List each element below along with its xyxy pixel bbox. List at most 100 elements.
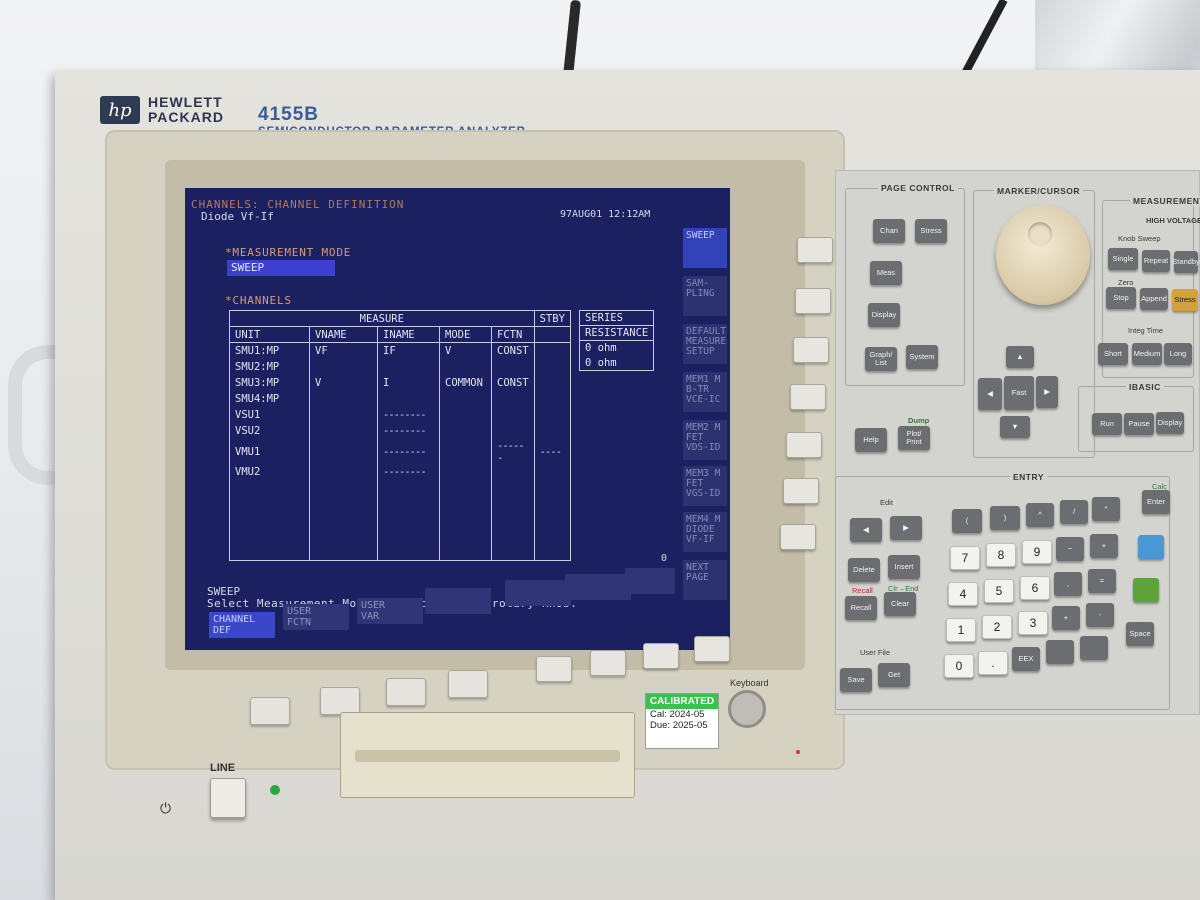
bottom-softkey-button-4[interactable] (448, 670, 488, 698)
right-softkey-button-2[interactable] (795, 288, 831, 314)
minus-key[interactable]: − (1056, 537, 1084, 561)
stress-run-key[interactable]: Stress (1172, 289, 1198, 311)
table-row[interactable]: SMU2:MP (229, 358, 571, 375)
blue-shift-key[interactable] (1138, 535, 1164, 559)
func-key[interactable]: - (1086, 603, 1114, 627)
softkey-channel-def[interactable]: CHANNEL DEF (209, 612, 275, 638)
edit-right-icon[interactable]: ▶ (890, 516, 922, 540)
plot-print-key[interactable]: Plot/ Print (898, 426, 930, 450)
eex-key[interactable]: EEX (1012, 647, 1040, 671)
softkey-mem1[interactable]: MEM1 M B-Tr VCE-IC (683, 372, 727, 412)
softkey-user-fctn[interactable]: USER FCTN (283, 604, 349, 630)
letter-key[interactable]: * (1092, 497, 1120, 521)
insert-key[interactable]: Insert (888, 555, 920, 579)
get-key[interactable]: Get (878, 663, 910, 687)
meas-key[interactable]: Meas (870, 261, 902, 285)
arrow-left-icon[interactable]: ◀ (978, 378, 1002, 410)
bottom-softkey-button-2[interactable] (320, 687, 360, 715)
right-softkey-button-5[interactable] (786, 432, 822, 458)
chan-key[interactable]: Chan (873, 219, 905, 243)
digit-5-key[interactable]: 5 (984, 579, 1014, 603)
letter-key[interactable]: ( (952, 509, 982, 533)
right-softkey-button-6[interactable] (783, 478, 819, 504)
bottom-softkey-button-8[interactable] (694, 636, 730, 662)
letter-key[interactable]: ) (990, 506, 1020, 530)
bottom-softkey-button-1[interactable] (250, 697, 290, 725)
softkey-default-setup[interactable]: DEFAULT MEASURE SETUP (683, 324, 727, 364)
digit-8-key[interactable]: 8 (986, 543, 1016, 567)
clear-key[interactable]: Clear (884, 592, 916, 616)
bottom-softkey-button-3[interactable] (386, 678, 426, 706)
softkey-blank[interactable] (505, 580, 571, 606)
stop-key[interactable]: Stop (1106, 287, 1136, 309)
long-key[interactable]: Long (1164, 343, 1192, 365)
right-softkey-button-4[interactable] (790, 384, 826, 410)
digit-1-key[interactable]: 1 (946, 618, 976, 642)
save-key[interactable]: Save (840, 668, 872, 692)
plus-key[interactable]: + (1090, 534, 1118, 558)
power-button[interactable] (210, 778, 246, 818)
repeat-key[interactable]: Repeat (1142, 250, 1170, 272)
floppy-slot[interactable] (355, 750, 620, 762)
space-key[interactable]: Space (1126, 622, 1154, 646)
measurement-mode-field[interactable]: SWEEP (227, 260, 335, 276)
bottom-softkey-button-7[interactable] (643, 643, 679, 669)
letter-key[interactable]: / (1060, 500, 1088, 524)
right-softkey-button-3[interactable] (793, 337, 829, 363)
right-softkey-button-1[interactable] (797, 237, 833, 263)
func-key[interactable]: = (1088, 569, 1116, 593)
digit-6-key[interactable]: 6 (1020, 576, 1050, 600)
func-key[interactable] (1046, 640, 1074, 664)
table-row[interactable]: SMU4:MP (229, 390, 571, 407)
arrow-right-icon[interactable]: ▶ (1036, 376, 1058, 408)
func-key[interactable]: + (1052, 606, 1080, 630)
help-key[interactable]: Help (855, 428, 887, 452)
softkey-sweep[interactable]: SWEEP (683, 228, 727, 268)
single-key[interactable]: Single (1108, 248, 1138, 270)
ibasic-display-key[interactable]: Display (1156, 412, 1184, 434)
func-key[interactable]: , (1054, 572, 1082, 596)
table-row[interactable]: VMU1 -------- ------ ---- (229, 438, 571, 465)
standby-key[interactable]: Standby (1172, 251, 1200, 273)
softkey-next-page[interactable]: NEXT PAGE (683, 560, 727, 600)
pause-key[interactable]: Pause (1124, 413, 1154, 435)
digit-2-key[interactable]: 2 (982, 615, 1012, 639)
table-row[interactable]: VSU2 -------- (229, 422, 571, 439)
softkey-sampling[interactable]: SAM- PLING (683, 276, 727, 316)
append-key[interactable]: Append (1140, 288, 1168, 310)
bottom-softkey-button-5[interactable] (536, 656, 572, 682)
stress-key[interactable]: Stress (915, 219, 947, 243)
softkey-user-var[interactable]: USER VAR (357, 598, 423, 624)
edit-left-icon[interactable]: ◀ (850, 518, 882, 542)
recall-key[interactable]: Recall (845, 596, 877, 620)
green-shift-key[interactable] (1133, 578, 1159, 602)
softkey-mem2[interactable]: MEM2 M FET VDS-ID (683, 420, 727, 460)
keyboard-port[interactable] (728, 690, 766, 728)
arrow-down-icon[interactable]: ▼ (1000, 416, 1030, 438)
decimal-key[interactable]: . (978, 651, 1008, 675)
fast-key[interactable]: Fast (1004, 376, 1034, 410)
delete-key[interactable]: Delete (848, 558, 880, 582)
table-row[interactable]: SMU1:MP VF IF V CONST (229, 342, 571, 359)
func-key[interactable] (1080, 636, 1108, 660)
system-key[interactable]: System (906, 345, 938, 369)
digit-7-key[interactable]: 7 (950, 546, 980, 570)
arrow-up-icon[interactable]: ▲ (1006, 346, 1034, 368)
digit-4-key[interactable]: 4 (948, 582, 978, 606)
run-key[interactable]: Run (1092, 413, 1122, 435)
bottom-softkey-button-6[interactable] (590, 650, 626, 676)
softkey-mem3[interactable]: MEM3 M FET VGS-ID (683, 466, 727, 506)
letter-key[interactable]: ^ (1026, 503, 1054, 527)
table-row[interactable]: VMU2 -------- (229, 464, 571, 561)
medium-key[interactable]: Medium (1132, 343, 1162, 365)
softkey-blank[interactable] (565, 574, 631, 600)
short-key[interactable]: Short (1098, 343, 1128, 365)
right-softkey-button-7[interactable] (780, 524, 816, 550)
digit-9-key[interactable]: 9 (1022, 540, 1052, 564)
display-key[interactable]: Display (868, 303, 900, 327)
digit-0-key[interactable]: 0 (944, 654, 974, 678)
table-row[interactable]: SMU3:MP V I COMMON CONST (229, 374, 571, 391)
softkey-blank[interactable] (425, 588, 491, 614)
table-row[interactable]: VSU1 -------- (229, 406, 571, 423)
softkey-mem4[interactable]: MEM4 M DIODE VF-IF (683, 512, 727, 552)
